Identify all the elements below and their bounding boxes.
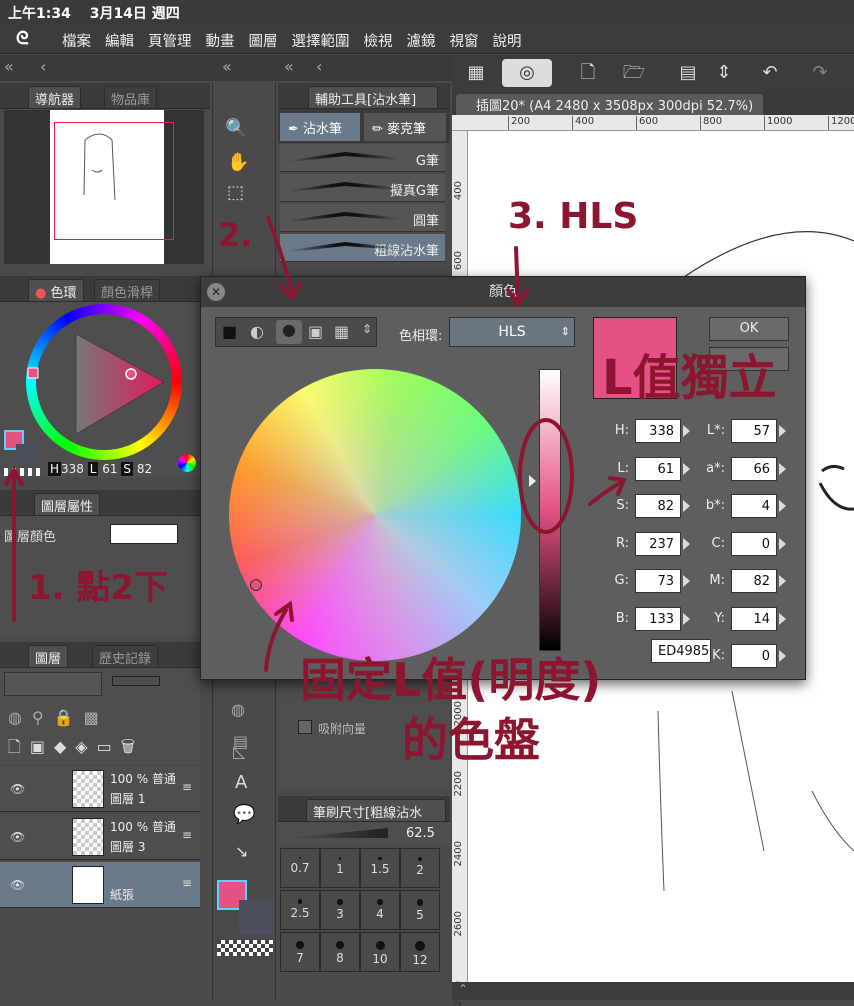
annotation-6: 的色盤 bbox=[402, 713, 540, 767]
annotation-3: 3. HLS bbox=[508, 196, 639, 237]
annotation-4: L值獨立 bbox=[602, 350, 777, 406]
annotation-strokes bbox=[4, 216, 627, 672]
annotation-5: 固定L值(明度) bbox=[300, 653, 602, 707]
annotation-2: 2. bbox=[218, 216, 253, 254]
annotation-1: 1. 點2下 bbox=[28, 568, 169, 608]
